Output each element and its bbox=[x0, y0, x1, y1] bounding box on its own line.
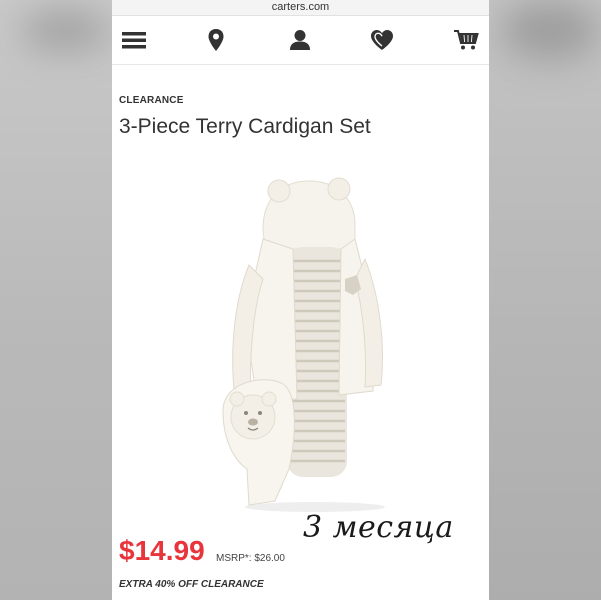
product-price: $14.99 bbox=[119, 535, 205, 566]
promo-message: EXTRA 40% OFF CLEARANCE bbox=[119, 579, 264, 590]
store-locator-button[interactable] bbox=[198, 16, 234, 64]
left-background bbox=[0, 0, 112, 600]
favorites-button[interactable] bbox=[364, 16, 400, 64]
account-icon bbox=[290, 30, 310, 50]
url-text: carters.com bbox=[271, 1, 330, 13]
product-title: 3-Piece Terry Cardigan Set bbox=[119, 115, 371, 138]
right-background bbox=[489, 0, 601, 600]
background-blur bbox=[20, 10, 110, 50]
account-button[interactable] bbox=[282, 16, 318, 64]
site-navbar bbox=[112, 16, 489, 65]
heart-icon bbox=[371, 30, 393, 50]
location-icon bbox=[208, 29, 224, 51]
handwritten-note: 3 месяца bbox=[303, 510, 454, 545]
product-image[interactable] bbox=[205, 169, 415, 519]
background-blur bbox=[500, 0, 600, 60]
cart-icon bbox=[454, 30, 479, 50]
cart-button[interactable] bbox=[448, 16, 484, 64]
menu-icon bbox=[122, 32, 146, 49]
menu-button[interactable] bbox=[116, 16, 152, 64]
url-bar[interactable]: carters.com bbox=[112, 0, 489, 16]
clearance-badge: CLEARANCE bbox=[119, 95, 184, 106]
msrp-price: MSRP*: $26.00 bbox=[216, 553, 285, 564]
